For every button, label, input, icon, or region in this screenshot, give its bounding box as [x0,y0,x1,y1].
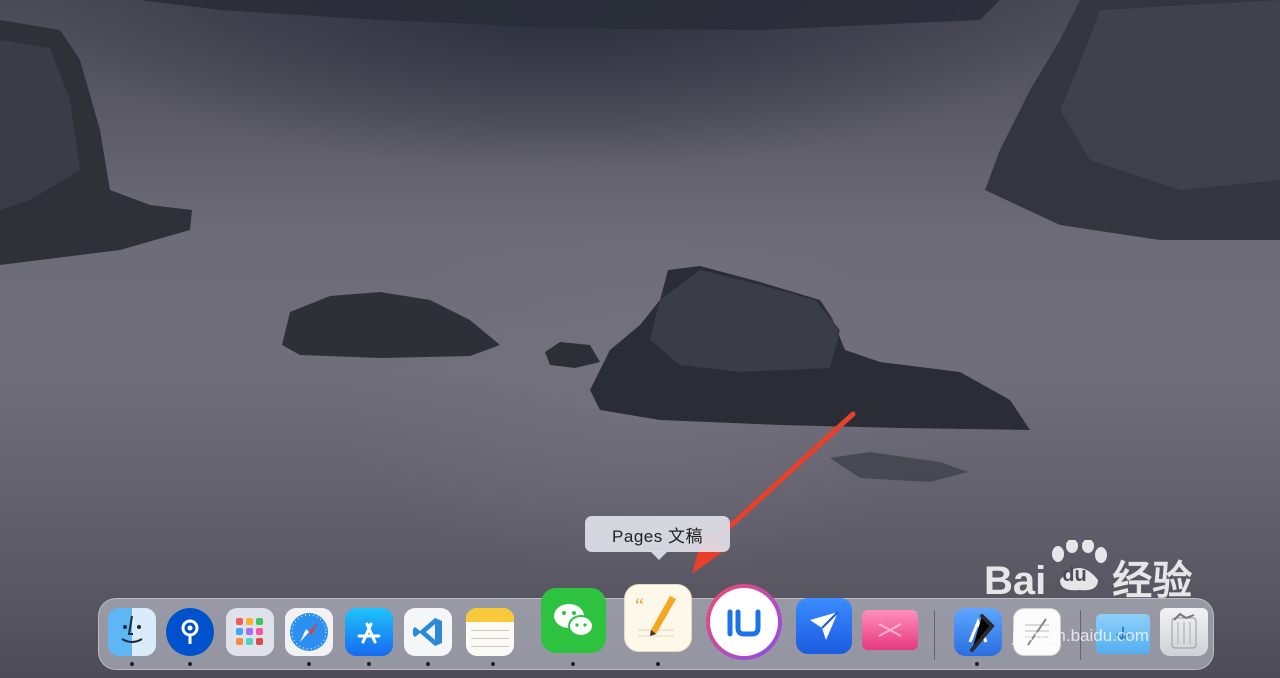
safari-running-dot [307,662,311,666]
xcode-icon[interactable] [954,608,1002,656]
app-store-running-dot [367,662,371,666]
safari-icon[interactable] [285,608,333,656]
finder-running-dot [130,662,134,666]
vscode-running-dot [426,662,430,666]
app-store-icon[interactable] [345,608,393,656]
finder-icon[interactable] [108,608,156,656]
tooltip-label: Pages 文稿 [612,526,703,546]
notes-running-dot [491,662,495,666]
iu-icon[interactable] [706,584,782,660]
watermark-name: 经验 [1112,559,1193,603]
trash-icon[interactable] [1160,608,1208,656]
pages-icon[interactable]: “ [624,584,692,652]
dock-tooltip: Pages 文稿 [585,516,730,552]
watermark-url: jingyan.baidu.com [1012,626,1150,645]
feishu-icon[interactable] [796,598,852,654]
watermark-paw-text: du [1062,564,1087,586]
pages-running-dot [656,662,660,666]
paw-icon: du [1046,540,1112,591]
notes-icon[interactable] [466,608,514,656]
wechat-icon[interactable] [541,588,606,653]
sourcetree-icon[interactable] [166,608,214,656]
wechat-running-dot [571,662,575,666]
watermark-brand: Bai [984,559,1047,603]
baidu-watermark: Bai du 经验 [984,540,1193,606]
dock-separator [934,610,935,660]
launchpad-icon[interactable] [226,608,274,656]
sourcetree-running-dot [188,662,192,666]
svg-text:“: “ [635,595,644,617]
xcode-running-dot [975,662,979,666]
vscode-icon[interactable] [404,608,452,656]
tooltip-pointer [650,551,668,560]
annotation-arrow [712,411,856,543]
cleanmymac-icon[interactable] [862,610,918,650]
